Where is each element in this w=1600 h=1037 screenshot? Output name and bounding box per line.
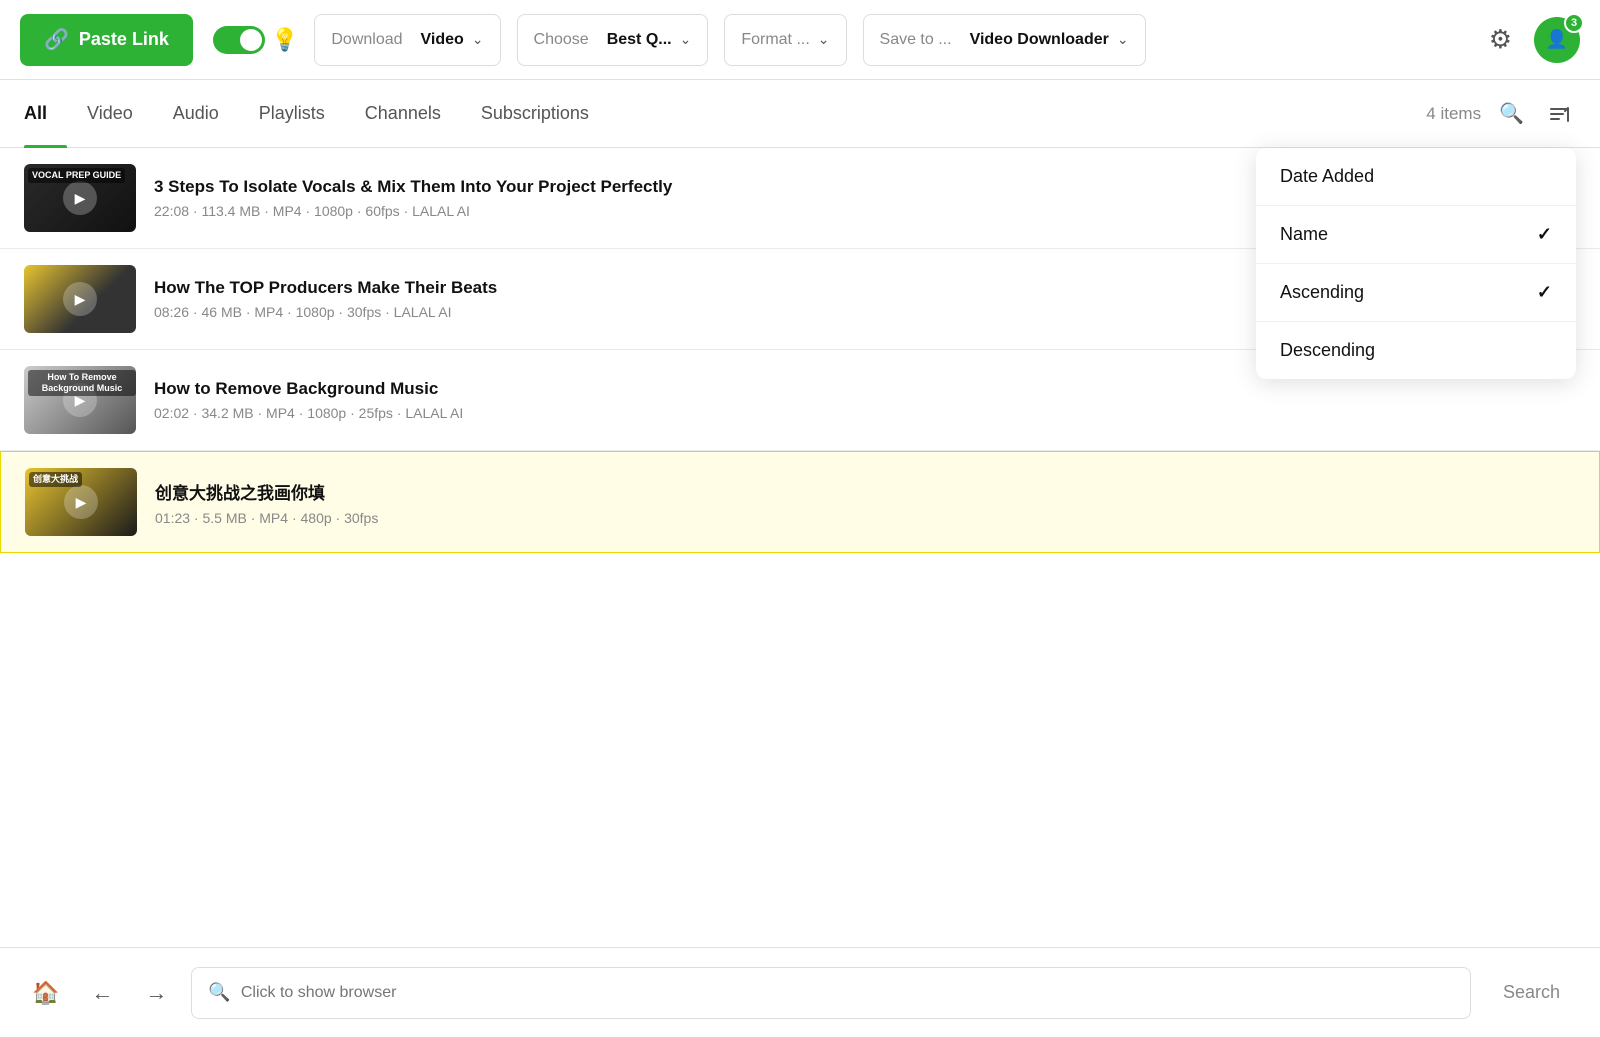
tab-playlists-label: Playlists	[259, 103, 325, 124]
download-label: Download	[331, 31, 402, 49]
download-type-dropdown[interactable]: Download Video ⌄	[314, 14, 500, 66]
tab-playlists[interactable]: Playlists	[239, 80, 345, 148]
browser-input-wrap[interactable]: 🔍	[191, 967, 1471, 1019]
video-meta: 01:23 · 5.5 MB · MP4 · 480p · 30fps	[155, 510, 1575, 526]
save-to-dropdown[interactable]: Save to ... Video Downloader ⌄	[863, 14, 1146, 66]
tab-video[interactable]: Video	[67, 80, 153, 148]
items-count: 4 items	[1426, 104, 1481, 124]
toggle-thumb	[240, 29, 262, 51]
quality-dropdown[interactable]: Choose Best Q... ⌄	[517, 14, 709, 66]
search-button[interactable]: Search	[1487, 974, 1576, 1011]
choose-label: Choose	[534, 31, 589, 49]
video-item[interactable]: 创意大挑战▶ 创意大挑战之我画你填 01:23 · 5.5 MB · MP4 · 4…	[0, 451, 1600, 553]
browser-input[interactable]	[241, 984, 1454, 1002]
link-icon: 🔗	[44, 27, 69, 52]
bulb-icon: 💡	[271, 27, 298, 53]
sort-dropdown: Date Added Name ✓ Ascending ✓ Descending	[1256, 148, 1576, 379]
save-label: Save to ...	[880, 31, 952, 49]
sort-descending-label: Descending	[1280, 340, 1375, 361]
video-info: 创意大挑战之我画你填 01:23 · 5.5 MB · MP4 · 480p · …	[155, 479, 1575, 526]
thumbnail-label: How To Remove Background Music	[28, 370, 136, 396]
video-meta: 02:02 · 34.2 MB · MP4 · 1080p · 25fps · …	[154, 405, 1576, 421]
tab-channels-label: Channels	[365, 103, 441, 124]
search-icon-button[interactable]: 🔍	[1493, 95, 1530, 132]
chevron-down-icon: ⌄	[680, 31, 692, 48]
tab-all-label: All	[24, 103, 47, 124]
tabs-right-controls: 4 items 🔍	[1426, 95, 1576, 132]
tab-audio-label: Audio	[173, 103, 219, 124]
home-icon: 🏠	[32, 980, 59, 1006]
play-button[interactable]: ▶	[63, 181, 97, 215]
tabs-bar: All Video Audio Playlists Channels Subsc…	[0, 80, 1600, 148]
check-icon: ✓	[1537, 224, 1552, 245]
gear-icon: ⚙	[1489, 24, 1512, 54]
video-title: 创意大挑战之我画你填	[155, 479, 1575, 504]
thumbnail-label: 创意大挑战	[29, 472, 82, 487]
format-label: Format ...	[741, 31, 809, 49]
choose-value: Best Q...	[607, 31, 672, 49]
chevron-down-icon: ⌄	[472, 31, 484, 48]
back-button[interactable]: ←	[83, 972, 121, 1014]
video-thumbnail: How To Remove Background Music▶	[24, 366, 136, 434]
video-thumbnail: VOCAL PREP GUIDE▶	[24, 164, 136, 232]
format-dropdown[interactable]: Format ... ⌄	[724, 14, 846, 66]
save-value: Video Downloader	[970, 31, 1109, 49]
tab-channels[interactable]: Channels	[345, 80, 461, 148]
chevron-down-icon: ⌄	[1117, 31, 1129, 48]
back-icon: ←	[91, 980, 113, 1006]
play-button[interactable]: ▶	[64, 485, 98, 519]
tab-video-label: Video	[87, 103, 133, 124]
forward-button[interactable]: →	[137, 972, 175, 1014]
paste-link-label: Paste Link	[79, 29, 169, 50]
topbar: 🔗 Paste Link 💡 Download Video ⌄ Choose B…	[0, 0, 1600, 80]
bottombar: 🏠 ← → 🔍 Search	[0, 947, 1600, 1037]
check-icon: ✓	[1537, 282, 1552, 303]
tab-audio[interactable]: Audio	[153, 80, 239, 148]
sort-option-ascending[interactable]: Ascending ✓	[1256, 264, 1576, 322]
search-icon: 🔍	[208, 982, 230, 1003]
sort-icon	[1548, 103, 1570, 125]
tab-subscriptions[interactable]: Subscriptions	[461, 80, 609, 148]
tab-all[interactable]: All	[24, 80, 67, 148]
forward-icon: →	[145, 980, 167, 1006]
sort-ascending-label: Ascending	[1280, 282, 1364, 303]
avatar-button[interactable]: 👤 3	[1534, 17, 1580, 63]
thumbnail-label: VOCAL PREP GUIDE	[28, 168, 125, 183]
home-button[interactable]: 🏠	[24, 972, 67, 1014]
video-info: How to Remove Background Music 02:02 · 34…	[154, 379, 1576, 421]
settings-button[interactable]: ⚙	[1483, 18, 1518, 61]
sort-option-date-added[interactable]: Date Added	[1256, 148, 1576, 206]
download-type-value: Video	[421, 31, 464, 49]
sort-date-added-label: Date Added	[1280, 166, 1374, 187]
tab-subscriptions-label: Subscriptions	[481, 103, 589, 124]
toggle-wrap: 💡	[213, 26, 298, 54]
paste-link-button[interactable]: 🔗 Paste Link	[20, 14, 193, 66]
avatar-icon: 👤	[1546, 29, 1568, 50]
search-label: Search	[1503, 982, 1560, 1002]
video-thumbnail: ▶	[24, 265, 136, 333]
video-thumbnail: 创意大挑战▶	[25, 468, 137, 536]
play-button[interactable]: ▶	[63, 282, 97, 316]
sort-option-descending[interactable]: Descending	[1256, 322, 1576, 379]
toggle-switch[interactable]	[213, 26, 265, 54]
sort-name-label: Name	[1280, 224, 1328, 245]
sort-button[interactable]	[1542, 97, 1576, 131]
search-icon: 🔍	[1499, 103, 1524, 125]
video-title: How to Remove Background Music	[154, 379, 1576, 399]
notification-badge: 3	[1564, 13, 1584, 33]
sort-option-name[interactable]: Name ✓	[1256, 206, 1576, 264]
chevron-down-icon: ⌄	[818, 31, 830, 48]
